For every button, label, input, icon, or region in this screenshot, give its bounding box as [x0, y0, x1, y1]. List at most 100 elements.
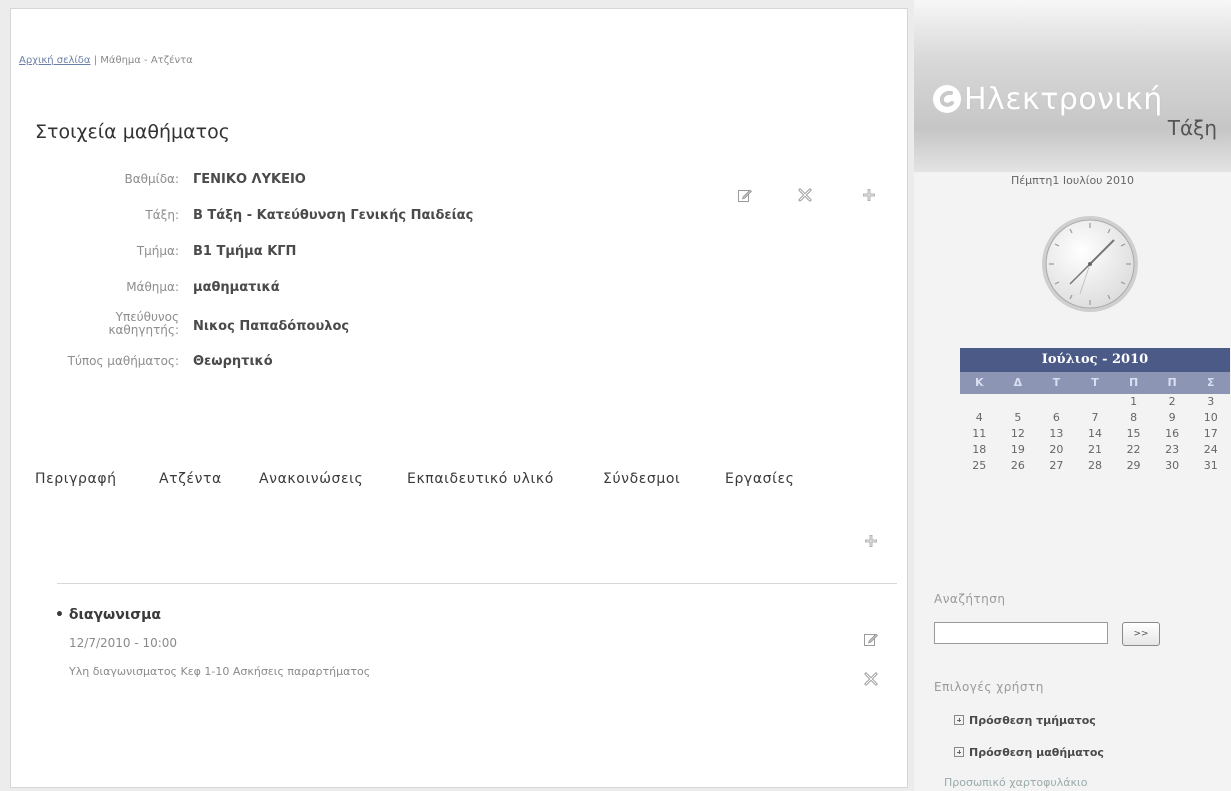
search-input[interactable]: [934, 622, 1108, 644]
tab-links[interactable]: Σύνδεσμοι: [603, 471, 680, 487]
detail-label: Τάξη:: [145, 208, 179, 222]
detail-row-type: Τύπος μαθήματος: Θεωρητικό: [11, 351, 611, 375]
weekday: Σ: [1206, 376, 1215, 389]
calendar-day[interactable]: 15: [1114, 426, 1153, 442]
search-button[interactable]: >>: [1122, 622, 1160, 646]
detail-value: Θεωρητικό: [193, 354, 273, 369]
breadcrumb-home-link[interactable]: Αρχική σελίδα: [19, 55, 91, 66]
calendar-day[interactable]: 8: [1114, 410, 1153, 426]
weekday: Π: [1167, 376, 1177, 389]
tab-description[interactable]: Περιγραφή: [35, 471, 117, 487]
detail-label: Μάθημα:: [126, 280, 179, 294]
calendar-day[interactable]: 11: [960, 426, 999, 442]
calendar-day[interactable]: 18: [960, 442, 999, 458]
logo-banner: Ηλεκτρονική Τάξη: [914, 0, 1231, 172]
calendar-day[interactable]: 31: [1191, 458, 1230, 474]
calendar-day[interactable]: 28: [1076, 458, 1115, 474]
edit-item-icon[interactable]: [863, 631, 879, 647]
current-date: Πέμπτη1 Ιουλίου 2010: [1010, 174, 1135, 187]
tab-assignments[interactable]: Εργασίες: [725, 471, 794, 487]
calendar-day[interactable]: 25: [960, 458, 999, 474]
detail-label: Υπεύθυνος καθηγητής:: [108, 310, 179, 337]
agenda-item-date: 12/7/2010 - 10:00: [69, 636, 178, 650]
detail-label: Τμήμα:: [136, 244, 179, 258]
clock-icon: [1040, 214, 1140, 318]
calendar: Ιούλιος - 2010 Κ Δ Τ Τ Π Π Σ 1 2 3 4 5 6 7 8 9 10…: [960, 348, 1230, 474]
agenda-item-title: • διαγωνισμα: [55, 607, 162, 623]
calendar-day[interactable]: 21: [1076, 442, 1115, 458]
add-section-option[interactable]: Πρόσθεση τμήματος: [954, 714, 1096, 727]
calendar-day[interactable]: 4: [960, 410, 999, 426]
sidebar: Ηλεκτρονική Τάξη Πέμπτη1 Ιουλίου 2010 Ιο…: [914, 0, 1231, 791]
calendar-empty-cell: [1076, 394, 1115, 410]
calendar-day[interactable]: 20: [1037, 442, 1076, 458]
breadcrumb-separator: |: [90, 55, 101, 66]
page-title: Στοιχεία μαθήματος: [35, 121, 230, 143]
calendar-day[interactable]: 1: [1114, 394, 1153, 410]
add-icon[interactable]: [861, 187, 877, 203]
option-label: Πρόσθεση τμήματος: [969, 714, 1096, 727]
calendar-day[interactable]: 3: [1191, 394, 1230, 410]
calendar-day[interactable]: 24: [1191, 442, 1230, 458]
detail-value: Νικος Παπαδόπουλος: [193, 319, 350, 334]
logo-word-2: Τάξη: [1167, 116, 1217, 140]
calendar-day[interactable]: 2: [1153, 394, 1192, 410]
breadcrumb: Αρχική σελίδα | Μάθημα - Ατζέντα: [19, 55, 193, 66]
calendar-day[interactable]: 7: [1076, 410, 1115, 426]
divider: [57, 583, 897, 584]
expand-icon: [954, 715, 964, 725]
weekday: Κ: [975, 376, 984, 389]
calendar-day[interactable]: 23: [1153, 442, 1192, 458]
calendar-day[interactable]: 19: [999, 442, 1038, 458]
add-agenda-icon[interactable]: [863, 533, 879, 549]
calendar-day[interactable]: 26: [999, 458, 1038, 474]
calendar-day[interactable]: 30: [1153, 458, 1192, 474]
tab-agenda[interactable]: Ατζέντα: [159, 471, 222, 487]
edit-icon[interactable]: [737, 187, 753, 203]
delete-icon[interactable]: [797, 187, 813, 203]
calendar-day[interactable]: 27: [1037, 458, 1076, 474]
weekday: Τ: [1052, 376, 1061, 389]
calendar-weekdays: Κ Δ Τ Τ Π Π Σ: [960, 372, 1230, 394]
detail-row-section: Τμήμα: Β1 Τμήμα ΚΓΠ: [11, 241, 611, 265]
app-window: Αρχική σελίδα | Μάθημα - Ατζέντα Στοιχεί…: [0, 0, 1231, 791]
breadcrumb-current: Μάθημα - Ατζέντα: [100, 55, 193, 66]
portfolio-option[interactable]: Προσωπικό χαρτοφυλάκιο: [944, 776, 1087, 789]
tab-announcements[interactable]: Ανακοινώσεις: [259, 471, 363, 487]
weekday: Δ: [1013, 376, 1023, 389]
calendar-day[interactable]: 17: [1191, 426, 1230, 442]
detail-label: Τύπος μαθήματος:: [67, 354, 179, 368]
calendar-day[interactable]: 29: [1114, 458, 1153, 474]
calendar-empty-cell: [960, 394, 999, 410]
detail-value: ΓΕΝΙΚΟ ΛΥΚΕΙΟ: [193, 172, 306, 187]
calendar-day[interactable]: 13: [1037, 426, 1076, 442]
calendar-day[interactable]: 22: [1114, 442, 1153, 458]
detail-label: Βαθμίδα:: [124, 172, 179, 186]
calendar-day[interactable]: 6: [1037, 410, 1076, 426]
detail-row-teacher: Υπεύθυνος καθηγητής: Νικος Παπαδόπουλος: [11, 309, 611, 343]
search-label: Αναζήτηση: [934, 592, 1006, 606]
calendar-days: 1 2 3 4 5 6 7 8 9 10 11 12 13 14 15 16 17 18 19 20 21 22 23 24 2…: [960, 394, 1230, 474]
weekday: Τ: [1091, 376, 1099, 389]
calendar-empty-cell: [999, 394, 1038, 410]
tab-educational-material[interactable]: Εκπαιδευτικό υλικό: [407, 471, 554, 487]
calendar-day[interactable]: 9: [1153, 410, 1192, 426]
detail-row-class: Τάξη: Β Τάξη - Κατεύθυνση Γενικής Παιδεί…: [11, 205, 611, 229]
delete-item-icon[interactable]: [863, 671, 879, 687]
detail-value: Β1 Τμήμα ΚΓΠ: [193, 244, 297, 259]
logo-word-1: Ηλεκτρονική: [964, 82, 1163, 117]
user-options-label: Επιλογές χρήστη: [934, 680, 1044, 694]
calendar-day[interactable]: 10: [1191, 410, 1230, 426]
calendar-day[interactable]: 12: [999, 426, 1038, 442]
calendar-empty-cell: [1037, 394, 1076, 410]
calendar-day[interactable]: 5: [999, 410, 1038, 426]
expand-icon: [954, 747, 964, 757]
calendar-day[interactable]: 14: [1076, 426, 1115, 442]
agenda-item-description: Υλη διαγωνισματος Κεφ 1-10 Ασκήσεις παρα…: [69, 665, 371, 678]
option-label: Πρόσθεση μαθήματος: [969, 746, 1104, 759]
add-course-option[interactable]: Πρόσθεση μαθήματος: [954, 746, 1104, 759]
detail-value: μαθηματικά: [193, 280, 280, 295]
detail-row-level: Βαθμίδα: ΓΕΝΙΚΟ ΛΥΚΕΙΟ: [11, 169, 611, 193]
calendar-day[interactable]: 16: [1153, 426, 1192, 442]
calendar-month-label: Ιούλιος - 2010: [960, 348, 1230, 372]
